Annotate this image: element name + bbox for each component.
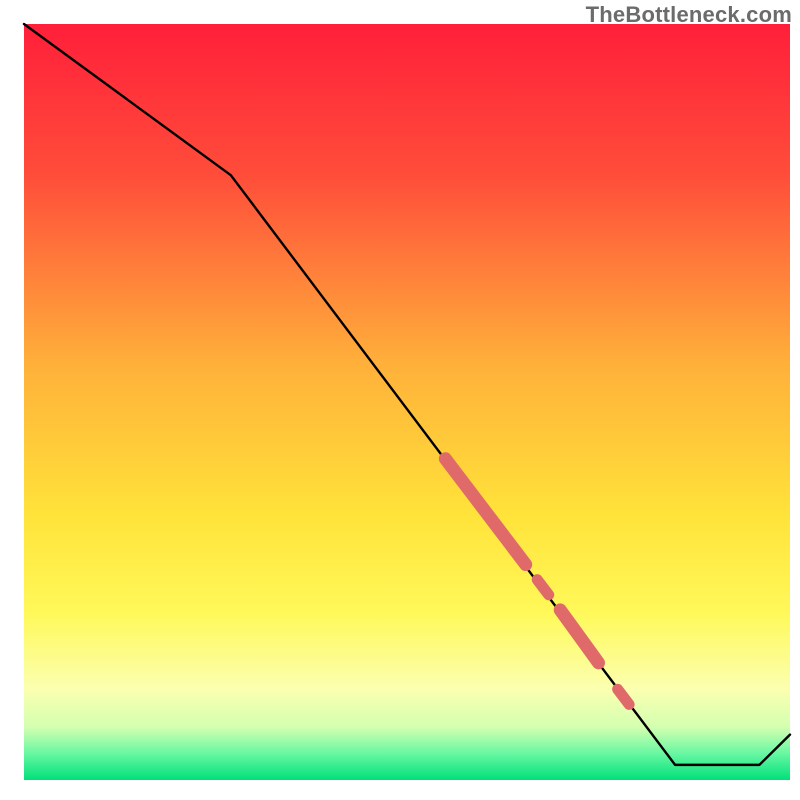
bottleneck-chart (0, 0, 800, 800)
plot-background (24, 24, 790, 780)
chart-stage: TheBottleneck.com (0, 0, 800, 800)
